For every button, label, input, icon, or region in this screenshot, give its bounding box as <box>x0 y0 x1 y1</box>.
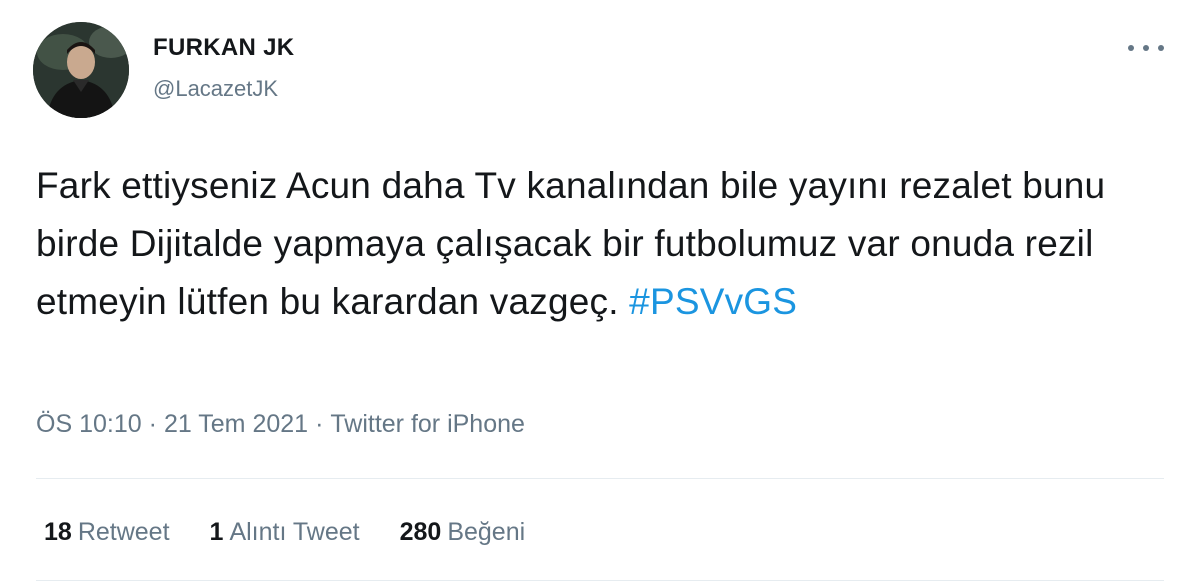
divider <box>36 478 1164 479</box>
more-options-button[interactable] <box>1128 34 1164 62</box>
author-handle[interactable]: @LacazetJK <box>153 76 278 102</box>
meta-separator: · <box>315 410 324 438</box>
tweet-date-link[interactable]: 21 Tem 2021 <box>164 410 308 438</box>
quotes-count: 1 <box>209 518 224 546</box>
more-horizontal-icon <box>1128 45 1134 51</box>
retweets-count: 18 <box>44 518 72 546</box>
tweet-text: Fark ettiyseniz Acun daha Tv kanalından … <box>36 157 1166 331</box>
tweet-meta: ÖS 10:10 · 21 Tem 2021 · Twitter for iPhone <box>36 410 525 439</box>
tweet-stats: 18 Retweet 1 Alıntı Tweet 280 Beğeni <box>44 518 525 547</box>
likes-label: Beğeni <box>447 518 526 546</box>
avatar-photo <box>33 22 129 118</box>
likes-count: 280 <box>399 518 442 546</box>
divider <box>36 580 1164 581</box>
tweet-card: FURKAN JK @LacazetJK Fark ettiyseniz Acu… <box>0 0 1200 582</box>
tweet-time-link[interactable]: ÖS 10:10 <box>36 410 142 438</box>
tweet-text-body: Fark ettiyseniz Acun daha Tv kanalından … <box>36 165 1106 322</box>
quotes-stat[interactable]: 1 Alıntı Tweet <box>210 518 360 547</box>
tweet-source-link[interactable]: Twitter for iPhone <box>330 410 525 438</box>
hashtag-link[interactable]: #PSVvGS <box>629 281 797 322</box>
quotes-label: Alıntı Tweet <box>229 518 360 546</box>
meta-separator: · <box>148 410 157 438</box>
avatar[interactable] <box>33 22 129 118</box>
more-horizontal-icon-dot <box>1158 45 1164 51</box>
retweets-label: Retweet <box>77 518 170 546</box>
author-name[interactable]: FURKAN JK <box>153 34 294 62</box>
retweets-stat[interactable]: 18 Retweet <box>44 518 170 547</box>
more-horizontal-icon-dot <box>1143 45 1149 51</box>
likes-stat[interactable]: 280 Beğeni <box>400 518 526 547</box>
